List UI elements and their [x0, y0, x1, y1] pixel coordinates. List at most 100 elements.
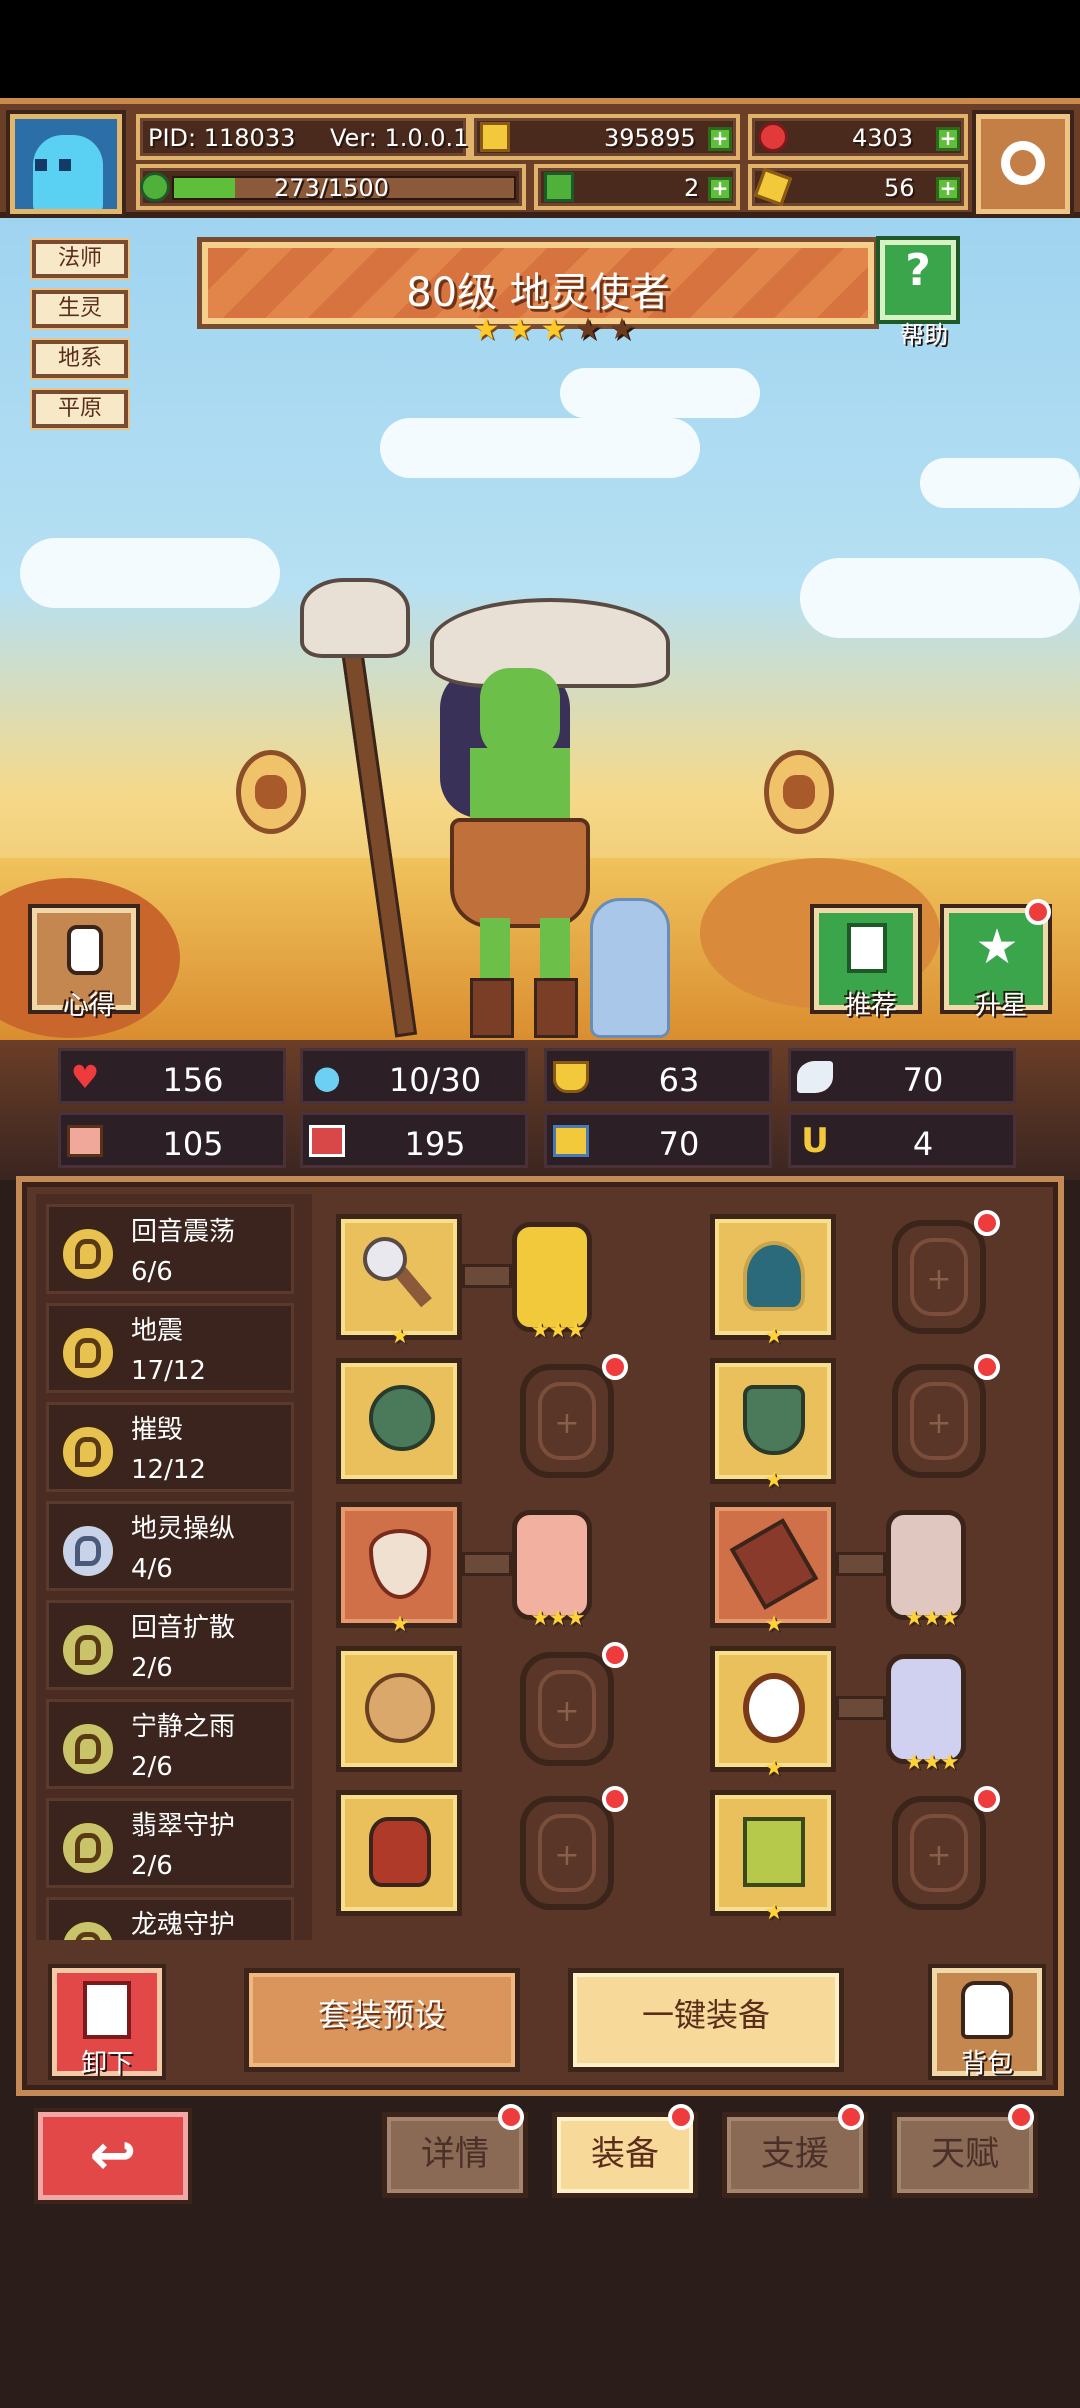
item-stars: ★: [764, 1612, 784, 1637]
scroll-icon: [67, 925, 103, 975]
equip-slot-orb[interactable]: [336, 1358, 462, 1484]
skill-icon: [59, 1720, 117, 1778]
rune-card[interactable]: ★★★: [886, 1510, 966, 1631]
empty-rune-slot[interactable]: +: [892, 1796, 986, 1910]
clover-icon: [544, 172, 574, 202]
skill-icon: [59, 1819, 117, 1877]
tag-element: 地系: [32, 340, 128, 378]
empty-rune-slot[interactable]: +: [520, 1652, 614, 1766]
star-empty-icon: ★: [574, 312, 602, 347]
skill-count: 6/6: [131, 1257, 173, 1287]
rune-card[interactable]: ★★★: [512, 1510, 592, 1631]
equipment-panel: 回音震荡 6/6 地震 17/12 摧毁 12/12 地灵操纵 4/6 回音扩散…: [16, 1176, 1064, 2096]
add-gem-button[interactable]: +: [936, 127, 960, 151]
preset-button[interactable]: 套装预设: [244, 1968, 520, 2072]
unload-button[interactable]: 卸下: [52, 1968, 162, 2079]
add-hammer-button[interactable]: +: [936, 177, 960, 201]
add-clover-button[interactable]: +: [708, 177, 732, 201]
socket-link: [462, 1264, 512, 1288]
star-up-icon: ★: [975, 919, 1019, 975]
star-up-button[interactable]: ★ 升星: [944, 899, 1051, 1021]
equip-slot-potion[interactable]: [336, 1790, 462, 1916]
equip-slot-ring[interactable]: [336, 1646, 462, 1772]
hammer-icon: [753, 167, 793, 207]
star-icon: ★: [472, 312, 500, 347]
skill-item[interactable]: 翡翠守护 2/6: [46, 1798, 294, 1888]
equipment-grid: ★ ★★★ ★ + + ★ + ★ ★★★ ★ ★★★ + ★ ★★★ + ★ …: [324, 1194, 1056, 1940]
gold-box: 395895 +: [470, 114, 740, 160]
equip-slot-helmet[interactable]: ★: [710, 1214, 836, 1349]
skill-item[interactable]: 回音震荡 6/6: [46, 1204, 294, 1294]
skull-hat: [430, 598, 670, 688]
necklace-icon: [369, 1529, 431, 1599]
top-header: PID: 118033 Ver: 1.0.0.10 395895 + 4303 …: [0, 98, 1080, 218]
rune-stars: ★★★: [530, 1318, 585, 1343]
empty-rune-slot[interactable]: +: [892, 1220, 986, 1334]
notification-dot: [668, 2104, 694, 2130]
rune-card[interactable]: ★★★: [512, 1222, 592, 1343]
add-icon: +: [554, 1694, 580, 1729]
character-sprite: [300, 558, 720, 1038]
skill-item[interactable]: 地灵操纵 4/6: [46, 1501, 294, 1591]
character-scene: 法师 生灵 地系 平原 80级 地灵使者 ★ ★ ★ ★ ★ ? 帮助 心得 推: [0, 218, 1080, 1040]
player-avatar[interactable]: [10, 114, 122, 214]
equip-slot-gauntlet[interactable]: ★: [710, 1502, 836, 1637]
back-button[interactable]: ↩: [38, 2112, 188, 2200]
skill-symbol: [75, 1536, 101, 1566]
star-empty-icon: ★: [608, 312, 636, 347]
rotate-left-token[interactable]: [236, 750, 306, 834]
shield-icon: [553, 1061, 589, 1093]
helmet-icon: [743, 1241, 805, 1311]
empty-rune-slot[interactable]: +: [520, 1796, 614, 1910]
skill-symbol: [75, 1833, 101, 1863]
torso: [470, 748, 570, 828]
add-gold-button[interactable]: +: [708, 127, 732, 151]
skill-name: 翡翠守护: [131, 1811, 236, 1841]
token-icon: [783, 775, 815, 809]
equip-all-button[interactable]: 一键装备: [568, 1968, 844, 2072]
gem-box: 4303 +: [748, 114, 968, 160]
rune-stars: ★★★: [904, 1750, 959, 1775]
recommend-button[interactable]: 推荐: [814, 908, 918, 1021]
backpack-icon: [961, 1981, 1013, 2039]
skill-item[interactable]: 回音扩散 2/6: [46, 1600, 294, 1690]
skill-symbol: [75, 1437, 101, 1467]
rotate-right-token[interactable]: [764, 750, 834, 834]
help-button[interactable]: ? 帮助: [880, 240, 956, 349]
skill-item[interactable]: 宁静之雨 2/6: [46, 1699, 294, 1789]
insight-button[interactable]: 心得: [32, 908, 136, 1021]
staff: [336, 618, 418, 1038]
status-bar: [0, 0, 1080, 98]
equip-slot-amulet[interactable]: ★: [710, 1646, 836, 1781]
socket-link: [836, 1696, 886, 1720]
bag-button[interactable]: 背包: [932, 1968, 1042, 2079]
equip-slot-armor[interactable]: ★: [710, 1358, 836, 1493]
leaf-boots-icon: [743, 1817, 805, 1887]
empty-rune-slot[interactable]: +: [892, 1364, 986, 1478]
skill-item[interactable]: 摧毁 12/12: [46, 1402, 294, 1492]
skill-count: 17/12: [131, 1356, 206, 1386]
empty-rune-slot[interactable]: +: [520, 1364, 614, 1478]
skill-symbol: [75, 1932, 101, 1940]
rune-card[interactable]: ★★★: [886, 1654, 966, 1775]
stat-hp-value: 156: [162, 1061, 224, 1099]
add-icon: +: [926, 1262, 952, 1297]
gear-center: [1019, 159, 1029, 169]
equip-slot-boots[interactable]: ★: [710, 1790, 836, 1925]
skill-name: 回音扩散: [131, 1613, 236, 1643]
red-gem-icon: [758, 122, 788, 152]
cloud: [380, 418, 700, 478]
item-stars: ★: [390, 1324, 410, 1349]
question-icon: ?: [905, 245, 931, 296]
add-icon: +: [926, 1406, 952, 1441]
stat-attack-value: 105: [162, 1125, 224, 1163]
skill-item[interactable]: 龙魂守护: [46, 1897, 294, 1940]
skill-list[interactable]: 回音震荡 6/6 地震 17/12 摧毁 12/12 地灵操纵 4/6 回音扩散…: [36, 1194, 312, 1940]
skill-symbol: [75, 1338, 101, 1368]
settings-button[interactable]: [976, 114, 1070, 214]
equip-slot-necklace[interactable]: ★: [336, 1502, 462, 1637]
armor-icon: [743, 1385, 805, 1455]
equip-slot-weapon[interactable]: ★: [336, 1214, 462, 1349]
skill-item[interactable]: 地震 17/12: [46, 1303, 294, 1393]
head: [480, 668, 560, 758]
